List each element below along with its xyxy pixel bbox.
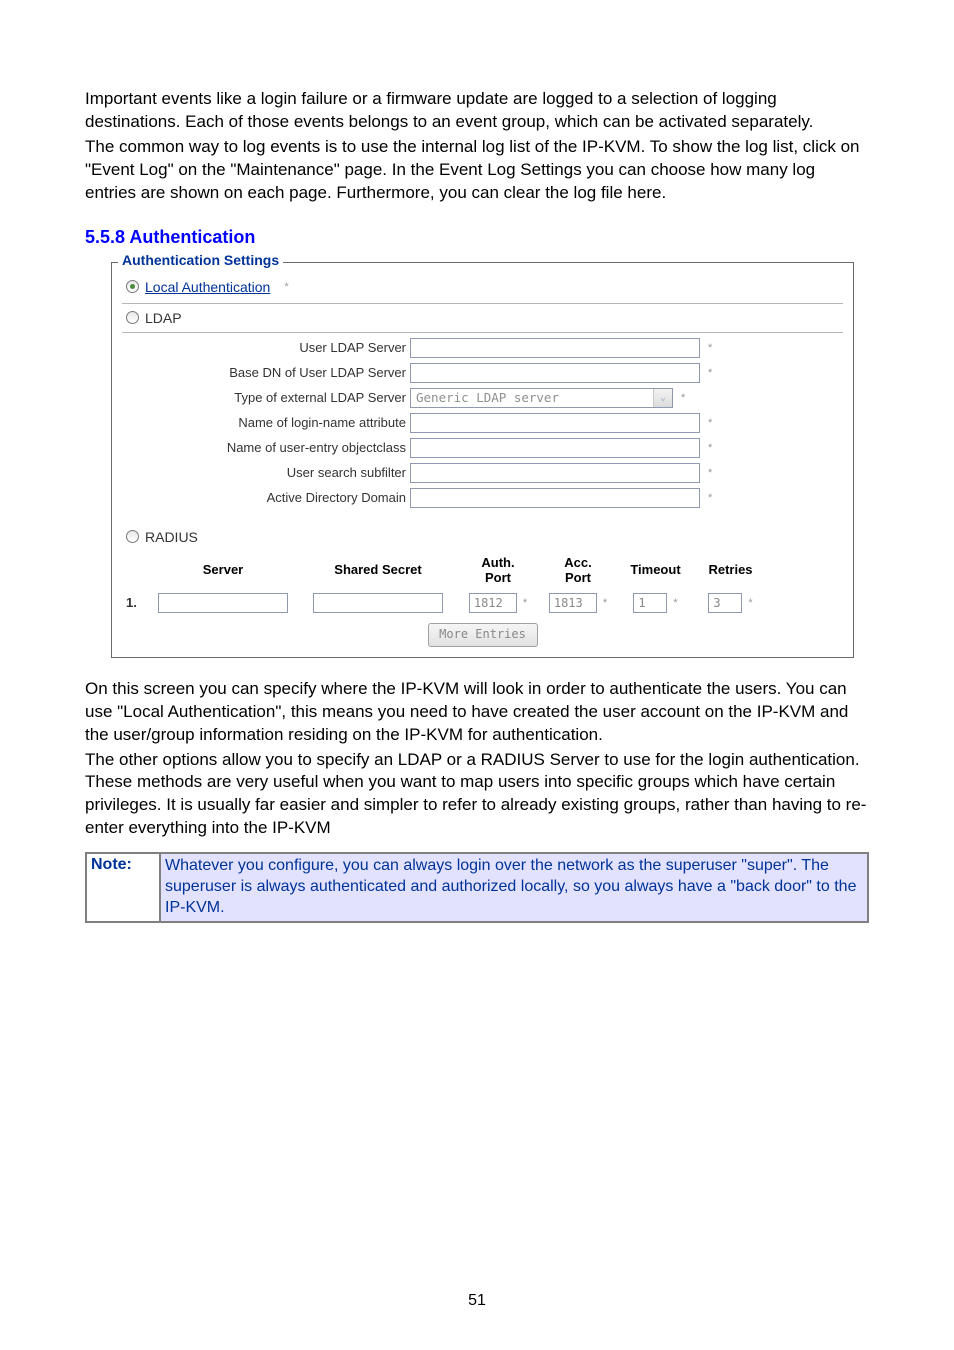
intro-paragraph-1: Important events like a login failure or… <box>85 88 869 134</box>
outro-paragraph-1: On this screen you can specify where the… <box>85 678 869 747</box>
label-user-ldap-server: User LDAP Server <box>126 340 410 355</box>
radio-ldap[interactable]: LDAP <box>126 310 839 326</box>
th-acc-port: Acc. Port <box>538 555 618 585</box>
th-server: Server <box>148 562 298 577</box>
input-search-subfilter[interactable] <box>410 463 700 483</box>
note-label: Note: <box>86 853 160 921</box>
th-timeout: Timeout <box>618 562 693 577</box>
intro-paragraph-2: The common way to log events is to use t… <box>85 136 869 205</box>
asterisk-icon: * <box>523 593 527 613</box>
radius-label: RADIUS <box>145 529 198 545</box>
th-auth-port: Auth. Port <box>458 555 538 585</box>
input-ad-domain[interactable] <box>410 488 700 508</box>
asterisk-icon: * <box>708 363 712 383</box>
input-retries[interactable] <box>708 593 742 613</box>
asterisk-icon: * <box>748 593 752 613</box>
asterisk-icon: * <box>708 413 712 433</box>
asterisk-icon: * <box>708 438 712 458</box>
local-auth-label[interactable]: Local Authentication <box>145 279 270 295</box>
note-box: Note: Whatever you configure, you can al… <box>85 852 869 922</box>
asterisk-icon: * <box>284 277 288 297</box>
select-type-ext[interactable]: Generic LDAP server ⌄ <box>410 388 673 408</box>
label-search-subfilter: User search subfilter <box>126 465 410 480</box>
radio-icon <box>126 280 139 293</box>
label-user-entry-class: Name of user-entry objectclass <box>126 440 410 455</box>
auth-settings-fieldset: Authentication Settings Local Authentica… <box>111 262 854 658</box>
radio-icon <box>126 311 139 324</box>
asterisk-icon: * <box>708 488 712 508</box>
select-value: Generic LDAP server <box>416 390 559 405</box>
asterisk-icon: * <box>681 388 685 408</box>
divider <box>122 303 843 304</box>
page-number: 51 <box>0 1292 954 1310</box>
more-entries-button[interactable]: More Entries <box>428 623 538 647</box>
asterisk-icon: * <box>603 593 607 613</box>
th-secret: Shared Secret <box>298 562 458 577</box>
chevron-down-icon: ⌄ <box>653 389 672 407</box>
th-retries: Retries <box>693 562 768 577</box>
input-acc-port[interactable] <box>549 593 597 613</box>
radius-row: 1. * * * * <box>126 593 839 619</box>
label-ad-domain: Active Directory Domain <box>126 490 410 505</box>
input-radius-server[interactable] <box>158 593 288 613</box>
ldap-label: LDAP <box>145 310 182 326</box>
radio-local-auth[interactable]: Local Authentication * <box>126 277 839 297</box>
divider <box>122 332 843 333</box>
input-user-ldap-server[interactable] <box>410 338 700 358</box>
note-text: Whatever you configure, you can always l… <box>160 853 868 921</box>
label-base-dn: Base DN of User LDAP Server <box>126 365 410 380</box>
row-number: 1. <box>126 595 148 610</box>
section-heading: 5.5.8 Authentication <box>85 227 869 248</box>
fieldset-legend: Authentication Settings <box>118 252 283 268</box>
outro-paragraph-2: The other options allow you to specify a… <box>85 749 869 841</box>
asterisk-icon: * <box>673 593 677 613</box>
input-base-dn[interactable] <box>410 363 700 383</box>
radio-icon <box>126 530 139 543</box>
asterisk-icon: * <box>708 463 712 483</box>
radio-radius[interactable]: RADIUS <box>126 529 839 545</box>
input-timeout[interactable] <box>633 593 667 613</box>
input-login-name-attr[interactable] <box>410 413 700 433</box>
label-login-name-attr: Name of login-name attribute <box>126 415 410 430</box>
label-type-ext: Type of external LDAP Server <box>126 390 410 405</box>
input-user-entry-class[interactable] <box>410 438 700 458</box>
input-shared-secret[interactable] <box>313 593 443 613</box>
input-auth-port[interactable] <box>469 593 517 613</box>
asterisk-icon: * <box>708 338 712 358</box>
